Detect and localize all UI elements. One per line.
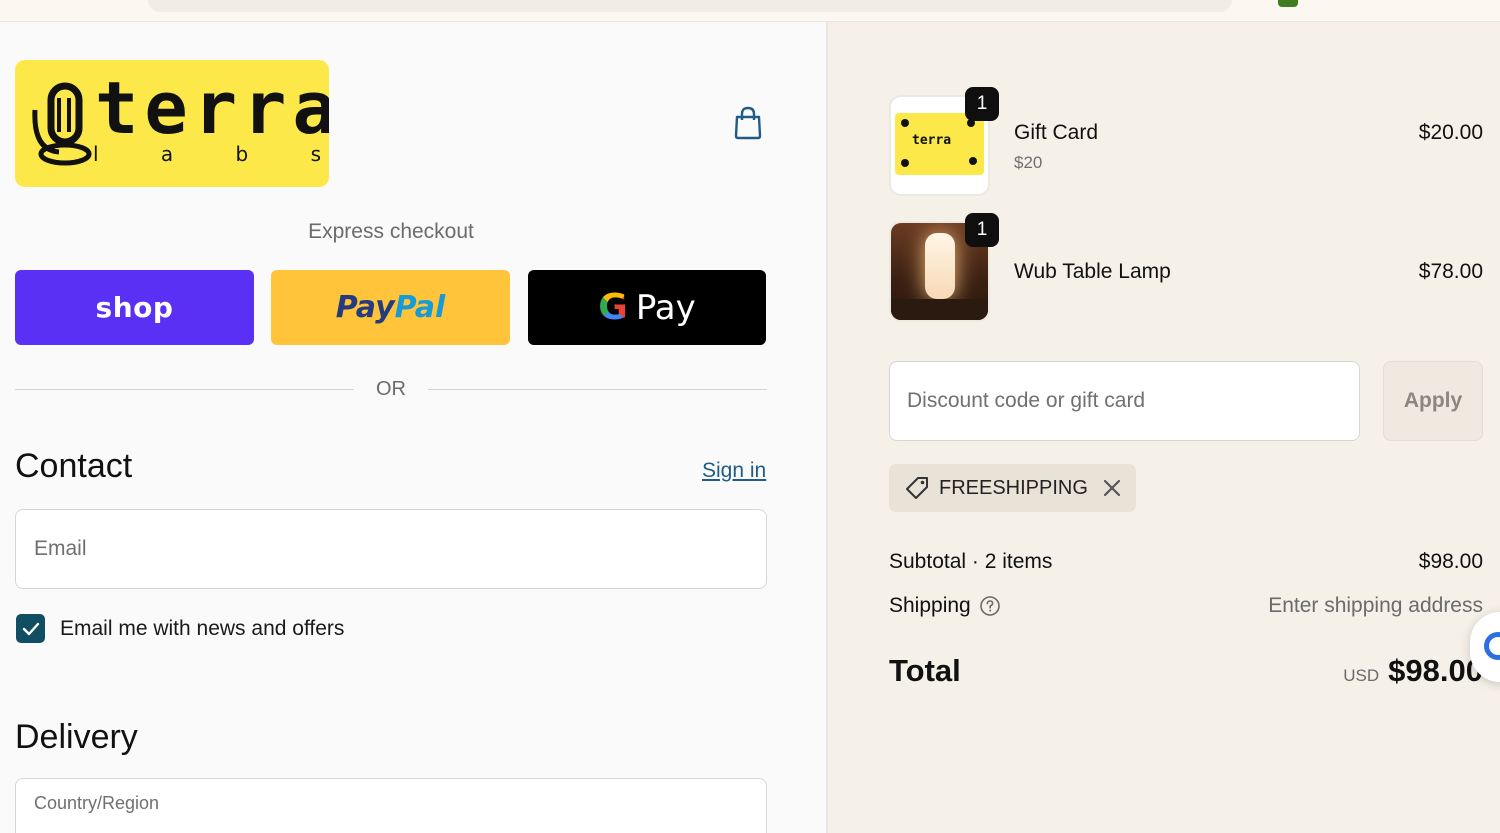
logo-letter: a xyxy=(160,142,174,166)
email-placeholder: Email xyxy=(34,537,87,560)
cart-line-item: 1 Wub Table Lamp $78.00 xyxy=(889,213,1483,322)
product-price: $20.00 xyxy=(1418,121,1483,144)
store-logo[interactable]: terra l a b s xyxy=(15,60,329,187)
total-row: Total USD $98.00 xyxy=(889,653,1483,689)
address-bar[interactable] xyxy=(148,0,1232,12)
logo-letter: b xyxy=(235,142,249,166)
country-region-select[interactable]: Country/Region xyxy=(15,778,767,833)
country-placeholder: Country/Region xyxy=(34,793,160,813)
subtotal-label: Subtotal · 2 items xyxy=(889,550,1053,573)
applied-discount-tag: FREESHIPPING xyxy=(889,464,1136,512)
divider-line xyxy=(428,388,767,390)
product-price: $78.00 xyxy=(1418,260,1483,283)
subtotal-row: Subtotal · 2 items $98.00 xyxy=(889,550,1483,574)
sign-in-link[interactable]: Sign in xyxy=(702,459,766,483)
or-divider: OR xyxy=(15,377,767,401)
remove-discount-icon[interactable] xyxy=(1102,478,1122,498)
email-field[interactable]: Email xyxy=(15,509,767,589)
logo-wordmark: terra xyxy=(95,66,329,150)
logo-letter: s xyxy=(310,142,321,166)
logo-letter: l xyxy=(93,142,99,166)
discount-code-input[interactable]: Discount code or gift card xyxy=(889,361,1360,441)
browser-top-strip xyxy=(0,0,1500,22)
shipping-value: Enter shipping address xyxy=(1268,594,1483,617)
total-currency: USD xyxy=(1343,666,1380,685)
cart-line-item: terra 1 Gift Card $20 $20.00 xyxy=(889,87,1483,196)
or-label: OR xyxy=(376,377,406,400)
paypal-label-part1: Pay xyxy=(335,290,395,325)
divider-line xyxy=(15,388,354,390)
product-name: Gift Card xyxy=(1014,121,1099,144)
delivery-heading: Delivery xyxy=(15,718,138,756)
gift-card-image: terra xyxy=(895,113,984,175)
paypal-button[interactable]: Pay Pal xyxy=(271,270,510,345)
quantity-badge: 1 xyxy=(965,87,999,121)
shipping-row: Shipping Enter shipping address xyxy=(889,594,1483,618)
chat-widget-icon xyxy=(1484,632,1500,660)
google-pay-label: Pay xyxy=(635,287,696,328)
newsletter-checkbox[interactable] xyxy=(16,614,45,643)
contact-heading: Contact xyxy=(15,447,133,485)
apply-discount-button[interactable]: Apply xyxy=(1383,361,1483,441)
discount-placeholder: Discount code or gift card xyxy=(907,389,1146,412)
total-value: $98.00 xyxy=(1388,653,1483,688)
newsletter-option[interactable]: Email me with news and offers xyxy=(16,614,344,643)
subtotal-value: $98.00 xyxy=(1418,550,1483,573)
discount-code-label: FREESHIPPING xyxy=(939,476,1088,499)
extension-icon[interactable] xyxy=(1278,0,1298,7)
express-checkout-label: Express checkout xyxy=(308,220,474,243)
newsletter-label: Email me with news and offers xyxy=(60,616,345,640)
paypal-label-part2: Pal xyxy=(394,290,446,325)
help-circle-icon[interactable] xyxy=(979,595,1001,617)
shopping-bag-icon[interactable] xyxy=(732,106,764,140)
shop-pay-button[interactable]: shop xyxy=(15,270,254,345)
shipping-label: Shipping xyxy=(889,594,971,617)
quantity-badge: 1 xyxy=(965,213,999,247)
product-variant: $20 xyxy=(1014,153,1043,172)
checkmark-icon xyxy=(22,622,39,635)
gift-card-image-text: terra xyxy=(912,133,952,148)
total-label: Total xyxy=(889,653,961,688)
tag-icon xyxy=(906,477,928,499)
google-pay-button[interactable]: G Pay xyxy=(528,270,766,345)
product-name: Wub Table Lamp xyxy=(1014,260,1171,283)
microphone-logo-icon xyxy=(32,82,92,166)
shop-pay-label: shop xyxy=(95,291,174,324)
google-g-icon: G xyxy=(598,287,628,328)
logo-subtitle: l a b s xyxy=(93,142,321,166)
